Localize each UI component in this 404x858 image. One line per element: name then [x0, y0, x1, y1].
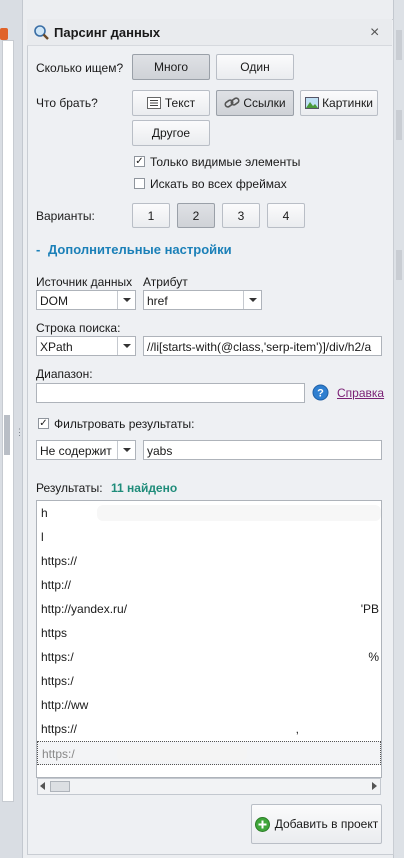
- results-horizontal-scrollbar[interactable]: [37, 778, 381, 795]
- results-list[interactable]: h l https:// http:// http://yandex.ru/'P…: [36, 500, 382, 778]
- visible-only-label: Только видимые элементы: [150, 155, 301, 169]
- chain-link-icon: [224, 97, 240, 108]
- scroll-right-icon[interactable]: [372, 782, 377, 790]
- list-item[interactable]: https:/: [37, 669, 381, 693]
- filter-value-input[interactable]: yabs: [143, 440, 382, 460]
- right-panel-strip: [393, 0, 404, 858]
- text-button[interactable]: Текст: [132, 90, 210, 116]
- right-strip-mark: [396, 110, 402, 140]
- add-icon: [254, 816, 270, 832]
- advanced-toggle[interactable]: -: [36, 242, 40, 257]
- search-query-input[interactable]: //li[starts-with(@class,'serp-item')]/di…: [143, 336, 382, 356]
- links-button[interactable]: Ссылки: [216, 90, 294, 116]
- close-icon[interactable]: ×: [370, 24, 379, 42]
- source-select[interactable]: DOM: [36, 290, 136, 310]
- links-button-label: Ссылки: [243, 96, 286, 110]
- help-link[interactable]: Справка: [337, 386, 384, 400]
- attribute-select[interactable]: href: [143, 290, 262, 310]
- svg-text:?: ?: [317, 388, 324, 400]
- attribute-value: href: [147, 294, 168, 308]
- attribute-label: Атрибут: [143, 275, 188, 289]
- list-item[interactable]: http://: [37, 573, 381, 597]
- variant-2-button[interactable]: 2: [177, 203, 215, 228]
- advanced-settings-header[interactable]: Дополнительные настройки: [48, 242, 232, 257]
- results-count: 11 найдено: [111, 481, 178, 495]
- panel-title: Парсинг данных: [54, 25, 161, 40]
- how-many-label: Сколько ищем?: [36, 61, 124, 75]
- scroll-left-icon[interactable]: [40, 782, 45, 790]
- chevron-down-icon[interactable]: [243, 291, 261, 309]
- one-button[interactable]: Один: [216, 54, 294, 80]
- help-icon[interactable]: ?: [312, 384, 329, 401]
- warning-icon: [0, 28, 8, 40]
- source-label: Источник данных: [36, 275, 133, 289]
- range-label: Диапазон:: [36, 367, 93, 381]
- right-strip-mark: [396, 30, 402, 60]
- add-to-project-label: Добавить в проект: [274, 817, 379, 831]
- images-button-label: Картинки: [322, 96, 373, 110]
- list-item[interactable]: https://: [37, 549, 381, 573]
- many-button[interactable]: Много: [132, 54, 210, 80]
- chevron-down-icon[interactable]: [117, 441, 135, 459]
- all-frames-label: Искать во всех фреймах: [150, 177, 287, 191]
- range-input[interactable]: [36, 383, 305, 403]
- list-item[interactable]: https://,: [37, 717, 381, 741]
- add-to-project-button[interactable]: Добавить в проект: [251, 804, 382, 844]
- other-button[interactable]: Другое: [132, 120, 210, 146]
- redacted-region: [117, 745, 247, 761]
- filter-mode-value: Не содержит: [40, 444, 112, 458]
- chevron-down-icon[interactable]: [117, 291, 135, 309]
- source-value: DOM: [40, 294, 68, 308]
- chevron-down-icon[interactable]: [117, 337, 135, 355]
- picture-icon: [305, 97, 320, 109]
- magnifier-icon: [34, 25, 49, 40]
- variants-label: Варианты:: [36, 209, 95, 223]
- list-item[interactable]: l: [37, 525, 381, 549]
- all-frames-checkbox[interactable]: [134, 178, 145, 189]
- list-item[interactable]: https:/%: [37, 645, 381, 669]
- variant-3-button[interactable]: 3: [222, 203, 260, 228]
- left-scroll-thumb[interactable]: [4, 415, 10, 455]
- variant-1-button[interactable]: 1: [132, 203, 170, 228]
- filter-checkbox[interactable]: ✓: [38, 418, 49, 429]
- search-mode-select[interactable]: XPath: [36, 336, 136, 356]
- results-label: Результаты:: [36, 481, 103, 495]
- visible-only-checkbox[interactable]: ✓: [134, 156, 145, 167]
- text-button-label: Текст: [164, 96, 196, 110]
- text-icon: [146, 97, 161, 109]
- scroll-thumb[interactable]: [50, 781, 70, 792]
- images-button[interactable]: Картинки: [300, 90, 378, 116]
- filter-label: Фильтровать результаты:: [54, 417, 195, 431]
- right-strip-mark: [396, 250, 402, 280]
- what-to-take-label: Что брать?: [36, 96, 98, 110]
- redacted-region: [97, 505, 381, 521]
- search-string-label: Строка поиска:: [36, 321, 121, 335]
- splitter-grip[interactable]: ⋮: [15, 428, 24, 444]
- variant-4-button[interactable]: 4: [267, 203, 305, 228]
- list-item[interactable]: http://ww: [37, 693, 381, 717]
- list-item[interactable]: https: [37, 621, 381, 645]
- search-mode-value: XPath: [40, 340, 73, 354]
- list-item[interactable]: http://yandex.ru/'PB: [37, 597, 381, 621]
- filter-mode-select[interactable]: Не содержит: [36, 440, 136, 460]
